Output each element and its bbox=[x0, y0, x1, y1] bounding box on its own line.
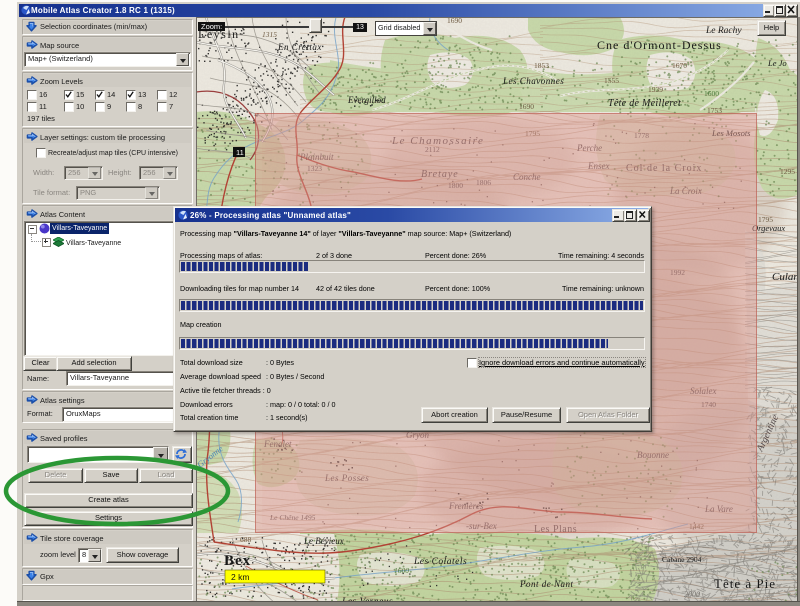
svg-text:1670: 1670 bbox=[672, 61, 687, 70]
svg-text:1939: 1939 bbox=[648, 85, 663, 94]
svg-text:Le Rachy: Le Rachy bbox=[705, 26, 742, 36]
svg-text:1315: 1315 bbox=[262, 30, 277, 39]
svg-text:Culan: Culan bbox=[772, 271, 797, 283]
svg-text:Cne d'Ormont-Dessus: Cne d'Ormont-Dessus bbox=[597, 38, 722, 52]
svg-text:Orgevaux: Orgevaux bbox=[752, 223, 785, 233]
svg-text:Le Jo: Le Jo bbox=[767, 58, 787, 68]
svg-text:Pont de Nant: Pont de Nant bbox=[519, 579, 574, 589]
svg-text:1795: 1795 bbox=[758, 215, 773, 224]
svg-text:Le Bévieux: Le Bévieux bbox=[303, 536, 344, 546]
svg-text:Les Colatels: Les Colatels bbox=[413, 557, 467, 567]
svg-text:688: 688 bbox=[240, 535, 252, 544]
svg-text:1600: 1600 bbox=[394, 566, 409, 575]
svg-text:1555: 1555 bbox=[604, 76, 619, 85]
svg-text:2 km: 2 km bbox=[231, 572, 249, 582]
svg-text:1690: 1690 bbox=[519, 102, 534, 111]
svg-text:1690: 1690 bbox=[447, 17, 462, 25]
svg-text:Cabane 2904: Cabane 2904 bbox=[662, 555, 702, 564]
svg-text:Evergillod: Evergillod bbox=[347, 95, 386, 105]
svg-text:1295: 1295 bbox=[780, 167, 795, 176]
svg-text:Les Chavonnes: Les Chavonnes bbox=[502, 76, 564, 86]
svg-text:1853: 1853 bbox=[534, 61, 549, 70]
svg-text:11: 11 bbox=[236, 148, 244, 157]
svg-text:2000: 2000 bbox=[684, 590, 700, 599]
svg-text:1600: 1600 bbox=[704, 89, 719, 98]
svg-text:Tête de Meilleret: Tête de Meilleret bbox=[608, 98, 681, 109]
svg-text:Bex: Bex bbox=[224, 553, 251, 569]
svg-text:En Crettax: En Crettax bbox=[277, 42, 322, 52]
svg-text:Tête à Pie: Tête à Pie bbox=[714, 576, 776, 591]
